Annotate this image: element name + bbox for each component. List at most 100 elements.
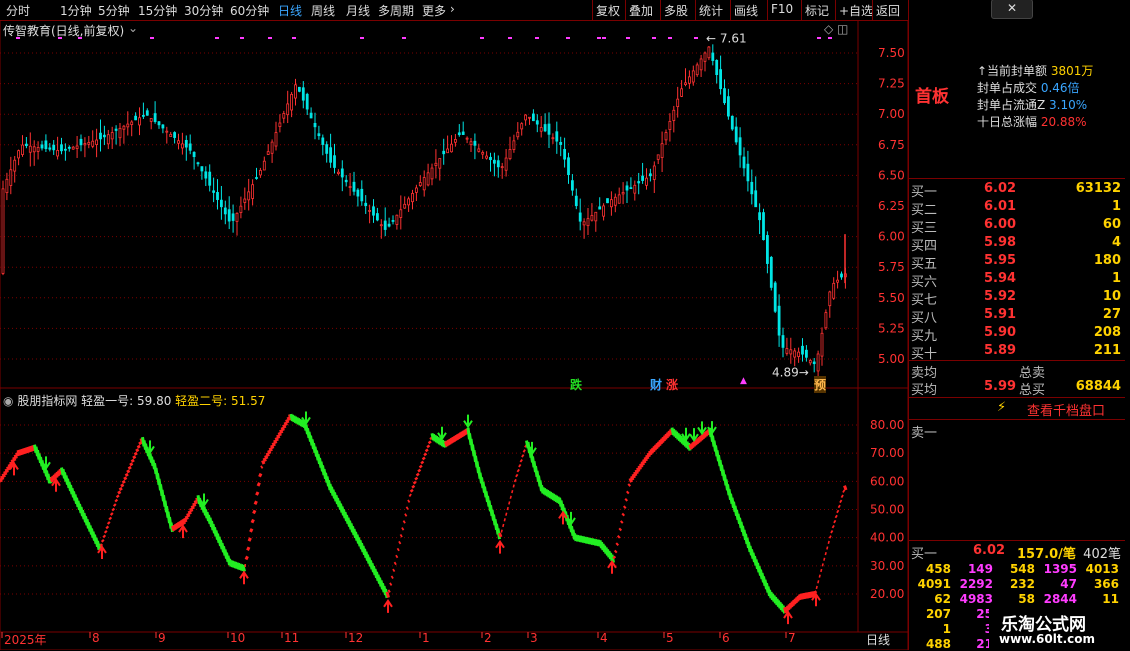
candlestick <box>150 118 152 129</box>
bid-row[interactable]: 买三6.0060 <box>909 217 1125 235</box>
divider <box>909 397 1125 398</box>
indicator-ribbon <box>522 455 524 456</box>
event-label[interactable]: 财 <box>650 376 662 393</box>
toolbar-button-2[interactable]: 多股 <box>664 2 688 19</box>
bid-row[interactable]: 买二6.011 <box>909 199 1125 217</box>
zoom-controls[interactable]: ◇ ◫ <box>824 22 848 36</box>
diamond-icon: ▲ <box>740 376 747 386</box>
period-tab-5[interactable]: 60分钟 <box>230 2 269 19</box>
period-tab-6[interactable]: 日线 <box>278 2 302 19</box>
toolbar-button-7[interactable]: +自选 <box>839 2 873 19</box>
indicator-ribbon <box>252 520 254 523</box>
toolbar-button-6[interactable]: 标记 <box>805 2 829 19</box>
total-buy-vol: 68844 <box>1076 379 1121 394</box>
candlestick <box>419 175 421 187</box>
period-tab-2[interactable]: 5分钟 <box>98 2 130 19</box>
candlestick <box>595 212 597 232</box>
candlestick <box>700 55 702 77</box>
period-tab-1[interactable]: 1分钟 <box>60 2 92 19</box>
event-label[interactable]: 涨 <box>666 376 678 393</box>
period-tab-7[interactable]: 周线 <box>311 2 335 19</box>
candlestick <box>727 89 729 120</box>
indicator-ribbon <box>248 547 250 550</box>
low-marker: 4.89→ <box>772 365 809 379</box>
chevron-right-icon[interactable]: › <box>450 2 455 16</box>
bid-volume: 208 <box>1094 325 1121 340</box>
toolbar-button-3[interactable]: 统计 <box>699 2 723 19</box>
candlestick <box>778 294 780 347</box>
candlestick <box>369 205 371 224</box>
queue-cell: 207 <box>913 607 951 621</box>
event-label[interactable]: 跌 <box>570 376 582 393</box>
signal-dot <box>817 37 821 39</box>
candlestick <box>630 177 632 188</box>
candlestick <box>193 151 195 169</box>
indicator-ribbon <box>617 543 619 544</box>
candlestick <box>571 174 573 196</box>
indicator-tick: 60.00 <box>870 474 904 488</box>
indicator-ribbon <box>416 478 418 480</box>
indicator-tick: 80.00 <box>870 418 904 432</box>
bid-row[interactable]: 买十5.89211 <box>909 343 1125 361</box>
buy1-label: 买一 <box>911 543 937 562</box>
bid-row[interactable]: 买八5.9127 <box>909 307 1125 325</box>
period-tab-3[interactable]: 15分钟 <box>138 2 177 19</box>
indicator-ribbon <box>104 536 106 538</box>
bid-level-label: 买一 <box>911 181 937 200</box>
bid-row[interactable]: 买四5.984 <box>909 235 1125 253</box>
indicator-ribbon <box>515 480 517 481</box>
date-label: 9 <box>158 631 166 645</box>
period-tab-8[interactable]: 月线 <box>346 2 370 19</box>
bid-level-label: 买九 <box>911 325 937 344</box>
close-icon[interactable]: ✕ <box>991 0 1033 19</box>
view-ten-levels-link[interactable]: 查看千档盘口 <box>1027 400 1105 419</box>
signal-dot <box>360 37 364 39</box>
indicator-ribbon <box>623 514 625 515</box>
bid-row[interactable]: 买一6.0263132 <box>909 181 1125 199</box>
signal-dot <box>566 37 570 39</box>
indicator-line1: 轻盈一号: 59.80 <box>81 394 175 408</box>
signal-dot <box>215 37 219 39</box>
event-label[interactable]: 预 <box>814 376 826 393</box>
candlestick <box>739 127 741 167</box>
sell-arrow-icon <box>698 421 706 433</box>
high-marker: ← 7.61 <box>706 32 747 46</box>
toolbar-button-0[interactable]: 复权 <box>596 2 620 19</box>
candlestick <box>341 160 343 191</box>
gear-icon[interactable]: ◉ <box>3 394 13 408</box>
period-tab-10[interactable]: 更多 <box>422 2 446 19</box>
toolbar-button-4[interactable]: 画线 <box>734 2 758 19</box>
period-tab-4[interactable]: 30分钟 <box>184 2 223 19</box>
toolbar-button-1[interactable]: 叠加 <box>629 2 653 19</box>
candlestick <box>747 151 749 192</box>
candlestick <box>642 163 644 184</box>
toolbar-button-8[interactable]: 返回 <box>876 2 900 19</box>
price-tick: 5.75 <box>878 260 905 274</box>
indicator-ribbon <box>840 501 842 502</box>
period-tab-9[interactable]: 多周期 <box>378 2 414 19</box>
queue-cell: 1395 <box>1039 562 1077 576</box>
bid-row[interactable]: 买五5.95180 <box>909 253 1125 271</box>
candlestick <box>833 277 835 300</box>
bid-row[interactable]: 买六5.941 <box>909 271 1125 289</box>
price-tick: 5.25 <box>878 321 905 335</box>
period-tab-0[interactable]: 分时 <box>6 2 30 19</box>
bid-row[interactable]: 买九5.90208 <box>909 325 1125 343</box>
toolbar-button-5[interactable]: F10 <box>771 2 793 16</box>
date-label: 11 <box>284 631 299 645</box>
queue-cell: 47 <box>1039 577 1077 591</box>
chart-canvas[interactable]: 7.507.257.006.756.506.256.005.755.505.25… <box>0 20 908 650</box>
stat-value: 20.88% <box>1041 115 1087 129</box>
candlestick <box>708 46 710 60</box>
candlestick <box>665 129 667 144</box>
candlestick <box>295 79 297 106</box>
bid-price: 6.00 <box>984 217 1016 232</box>
candlestick <box>158 121 160 129</box>
indicator-tick: 30.00 <box>870 559 904 573</box>
divider <box>909 540 1125 541</box>
candlestick <box>505 149 507 177</box>
indicator-tick: 40.00 <box>870 531 904 545</box>
bid-row[interactable]: 买七5.9210 <box>909 289 1125 307</box>
chevron-down-icon[interactable]: ⌄ <box>128 21 138 35</box>
stat-value: 3801万 <box>1051 64 1094 78</box>
